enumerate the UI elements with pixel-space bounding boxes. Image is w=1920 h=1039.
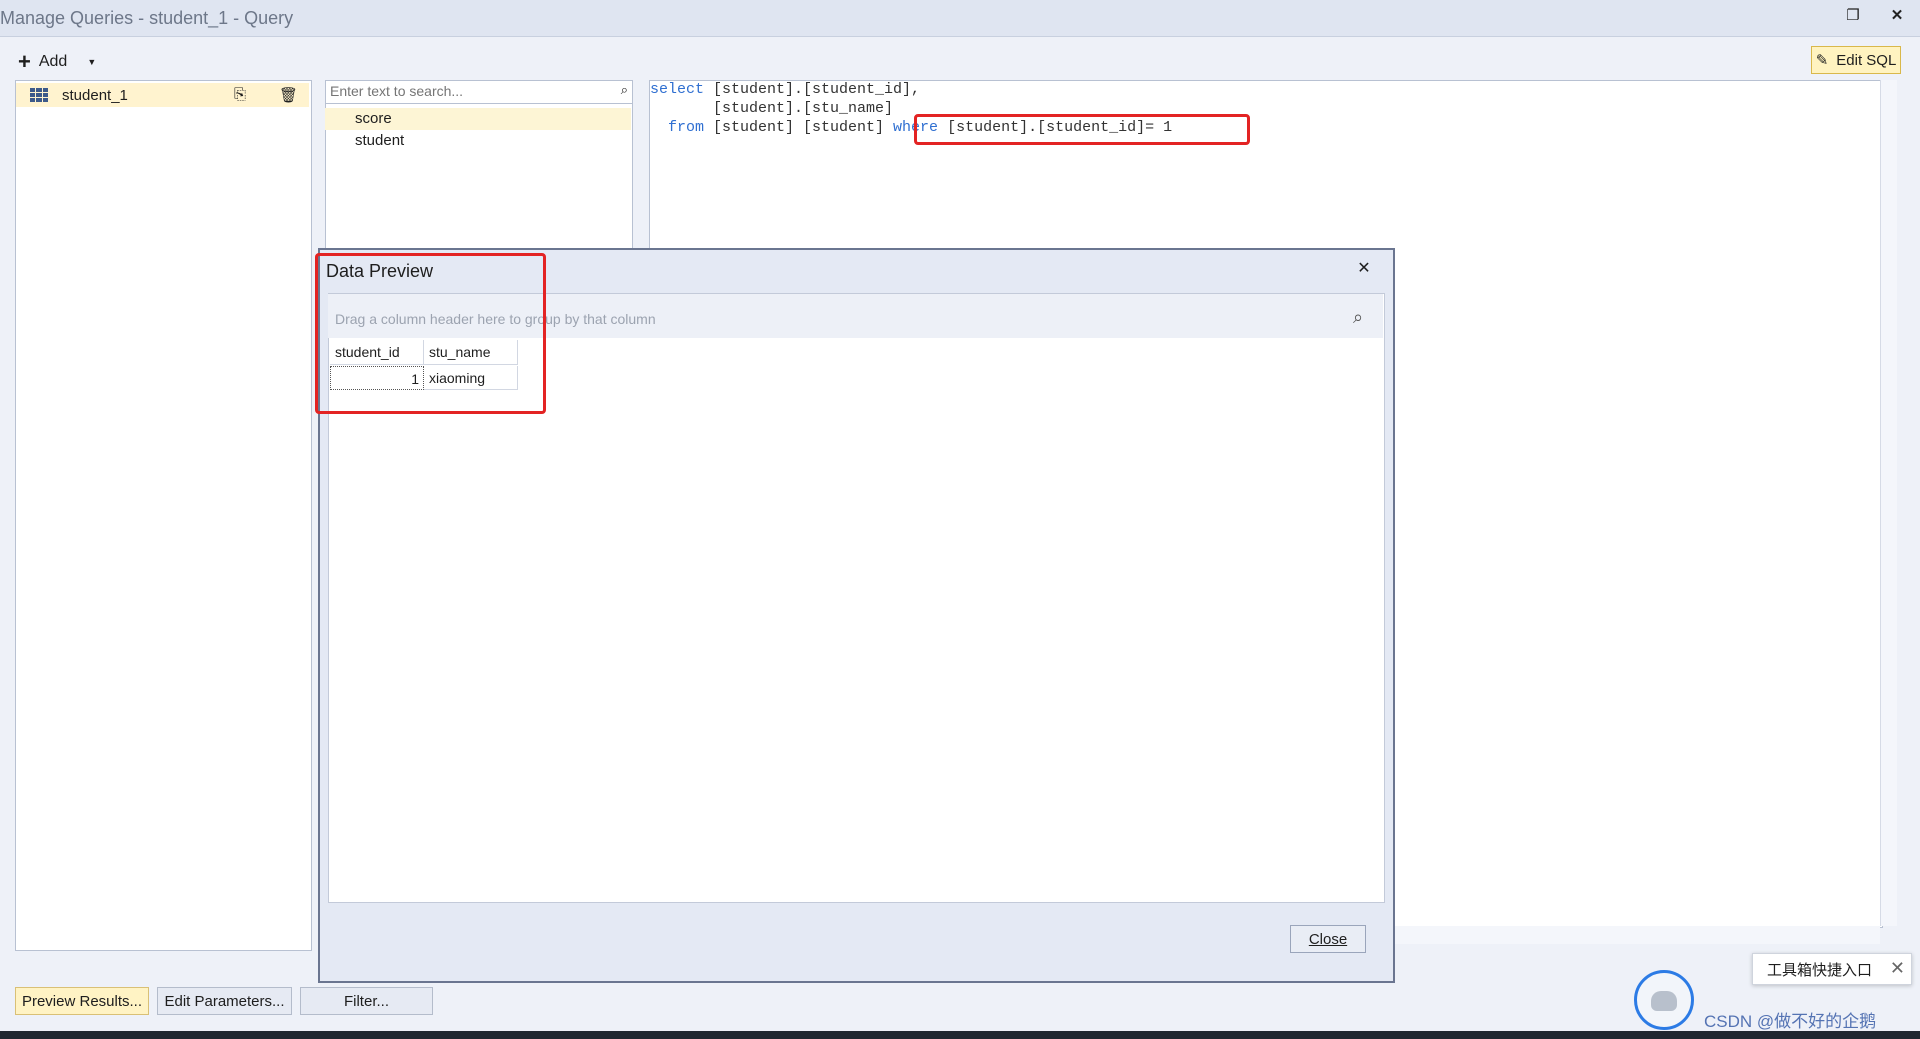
add-query-button[interactable]: + Add ▼ — [18, 50, 96, 74]
query-item-student-1[interactable]: student_1 ⎘ 🗑︎ — [16, 83, 309, 107]
sql-keyword-from: from — [650, 119, 705, 136]
trash-icon[interactable]: 🗑︎ — [279, 86, 298, 104]
query-item-label: student_1 — [62, 86, 128, 104]
chevron-down-icon[interactable]: ▼ — [87, 57, 96, 67]
window-title: Manage Queries - student_1 - Query — [0, 8, 294, 28]
editor-horizontal-scrollbar[interactable] — [1380, 926, 1880, 944]
plus-icon: + — [18, 49, 31, 74]
table-list: score student — [325, 108, 631, 152]
edit-parameters-button[interactable]: Edit Parameters... — [157, 987, 292, 1015]
restore-icon[interactable]: ❐ — [1838, 6, 1868, 28]
avatar[interactable] — [1634, 970, 1694, 1030]
dialog-close-icon[interactable]: ✕ — [1352, 258, 1376, 282]
edit-sql-label: Edit SQL — [1836, 51, 1897, 69]
watermark: CSDN @做不好的企鹅 — [1704, 1012, 1877, 1031]
pencil-icon: ✎ — [1815, 52, 1829, 69]
tables-panel — [325, 80, 633, 252]
table-search: ⌕ — [325, 80, 633, 104]
edit-sql-button[interactable]: ✎ Edit SQL — [1811, 46, 1901, 74]
robot-icon — [1651, 991, 1677, 1011]
add-label: Add — [38, 53, 68, 70]
tooltip-text: 工具箱快捷入口 — [1767, 961, 1873, 979]
table-item-score[interactable]: score — [325, 108, 631, 130]
table-icon — [30, 88, 48, 102]
search-icon[interactable]: ⌕ — [621, 82, 628, 98]
table-search-input[interactable] — [326, 81, 604, 101]
copy-icon[interactable]: ⎘ — [234, 86, 246, 103]
editor-vertical-scrollbar[interactable] — [1880, 80, 1897, 926]
where-clause-highlight — [914, 114, 1250, 145]
close-button-label: Close — [1308, 930, 1348, 948]
close-icon[interactable]: ✕ — [1890, 958, 1905, 979]
toolbox-shortcut-tooltip[interactable]: 工具箱快捷入口 ✕ — [1752, 953, 1912, 985]
sql-line3: [student] [student] — [704, 119, 894, 136]
preview-result-highlight — [315, 253, 546, 414]
search-icon[interactable]: ⌕ — [1353, 307, 1363, 328]
taskbar — [0, 1031, 1920, 1039]
sql-line2: [student].[stu_name] — [650, 100, 894, 117]
close-icon[interactable]: ✕ — [1882, 6, 1912, 28]
filter-button[interactable]: Filter... — [300, 987, 433, 1015]
sql-keyword-select: select — [650, 81, 705, 98]
sql-line1: [student].[student_id], — [704, 81, 921, 98]
preview-results-button[interactable]: Preview Results... — [15, 987, 149, 1015]
query-list: student_1 ⎘ 🗑︎ — [15, 80, 312, 951]
dialog-close-button[interactable]: Close — [1290, 925, 1366, 953]
table-item-student[interactable]: student — [325, 130, 631, 152]
